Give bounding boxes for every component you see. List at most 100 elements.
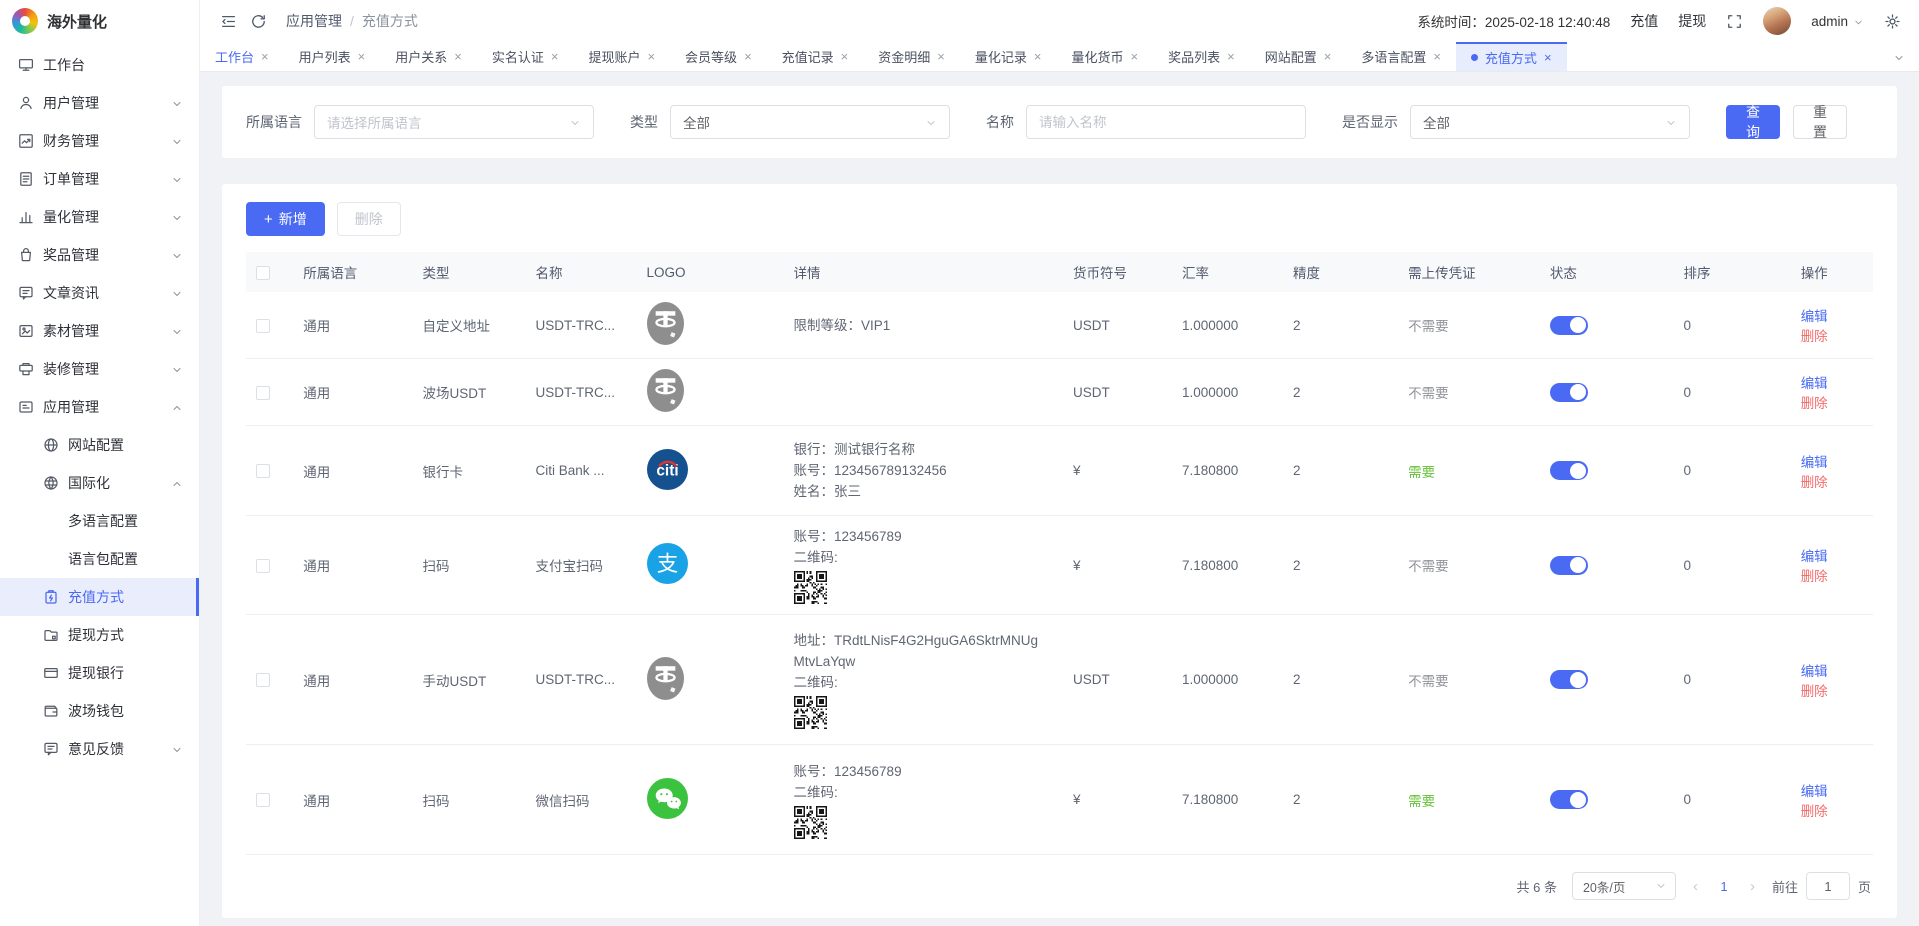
breadcrumb-item[interactable]: 应用管理 — [286, 11, 342, 31]
edit-link[interactable]: 编辑 — [1801, 376, 1828, 391]
tab-close-icon[interactable]: × — [1227, 50, 1235, 63]
tab-close-icon[interactable]: × — [1034, 50, 1042, 63]
delete-link[interactable]: 删除 — [1801, 396, 1828, 411]
tab-用户列表[interactable]: 用户列表× — [284, 42, 381, 71]
edit-link[interactable]: 编辑 — [1801, 309, 1828, 324]
goto-page-input[interactable] — [1806, 872, 1850, 900]
tab-close-icon[interactable]: × — [937, 50, 945, 63]
tab-close-icon[interactable]: × — [841, 50, 849, 63]
delete-link[interactable]: 删除 — [1801, 475, 1828, 490]
tab-用户关系[interactable]: 用户关系× — [380, 42, 477, 71]
sidebar-item-withdraw[interactable]: 提现方式 — [0, 616, 199, 654]
status-toggle[interactable] — [1550, 790, 1588, 809]
tab-list-dropdown[interactable] — [1879, 42, 1919, 71]
edit-link[interactable]: 编辑 — [1801, 784, 1828, 799]
sidebar-item-user[interactable]: 用户管理 — [0, 84, 199, 122]
sidebar-item-prize[interactable]: 奖品管理 — [0, 236, 199, 274]
tab-close-icon[interactable]: × — [358, 50, 366, 63]
cell-precision: 2 — [1283, 359, 1398, 426]
gear-icon[interactable] — [1884, 13, 1901, 30]
detail-line: 二维码: — [794, 547, 1049, 568]
tab-量化记录[interactable]: 量化记录× — [960, 42, 1057, 71]
type-select[interactable]: 全部 — [670, 105, 950, 139]
edit-link[interactable]: 编辑 — [1801, 664, 1828, 679]
status-toggle[interactable] — [1550, 461, 1588, 480]
withdraw-link[interactable]: 提现 — [1678, 11, 1706, 31]
tab-充值记录[interactable]: 充值记录× — [767, 42, 864, 71]
sidebar-item-intl[interactable]: 国际化 — [0, 464, 199, 502]
tab-close-icon[interactable]: × — [1324, 50, 1332, 63]
sidebar-item-bank[interactable]: 提现银行 — [0, 654, 199, 692]
sidebar-item-feedback[interactable]: 意见反馈 — [0, 730, 199, 768]
select-all-checkbox[interactable] — [256, 266, 270, 280]
sidebar-item-quant[interactable]: 量化管理 — [0, 198, 199, 236]
page-size-select[interactable]: 20条/页 — [1572, 872, 1676, 900]
row-checkbox[interactable] — [256, 319, 270, 333]
tab-close-icon[interactable]: × — [261, 50, 269, 63]
tab-close-icon[interactable]: × — [551, 50, 559, 63]
tab-网站配置[interactable]: 网站配置× — [1250, 42, 1347, 71]
next-page-button[interactable]: › — [1748, 878, 1757, 895]
tab-close-icon[interactable]: × — [1433, 50, 1441, 63]
delete-link[interactable]: 删除 — [1801, 804, 1828, 819]
tab-会员等级[interactable]: 会员等级× — [670, 42, 767, 71]
user-menu[interactable]: admin — [1811, 14, 1864, 29]
fullscreen-icon[interactable] — [1726, 13, 1743, 30]
tab-资金明细[interactable]: 资金明细× — [863, 42, 960, 71]
sidebar-item-wallet[interactable]: 波场钱包 — [0, 692, 199, 730]
status-toggle[interactable] — [1550, 383, 1588, 402]
tab-奖品列表[interactable]: 奖品列表× — [1153, 42, 1250, 71]
menu-fold-icon[interactable] — [220, 13, 237, 30]
row-checkbox[interactable] — [256, 559, 270, 573]
name-input[interactable] — [1026, 105, 1306, 139]
status-toggle[interactable] — [1550, 316, 1588, 335]
tab-量化货币[interactable]: 量化货币× — [1056, 42, 1153, 71]
sidebar-item-article[interactable]: 文章资讯 — [0, 274, 199, 312]
edit-link[interactable]: 编辑 — [1801, 549, 1828, 564]
tab-close-icon[interactable]: × — [454, 50, 462, 63]
tab-工作台[interactable]: 工作台× — [200, 42, 284, 71]
edit-link[interactable]: 编辑 — [1801, 455, 1828, 470]
sidebar-item-recharge[interactable]: 充值方式 — [0, 578, 199, 616]
delete-link[interactable]: 删除 — [1801, 684, 1828, 699]
sidebar-item-globe[interactable]: 网站配置 — [0, 426, 199, 464]
sidebar-item-finance[interactable]: 财务管理 — [0, 122, 199, 160]
tab-充值方式[interactable]: 充值方式× — [1456, 42, 1567, 71]
tab-实名认证[interactable]: 实名认证× — [477, 42, 574, 71]
row-checkbox[interactable] — [256, 386, 270, 400]
sidebar-item-item-13[interactable]: 语言包配置 — [0, 540, 199, 578]
tabbar: 工作台×用户列表×用户关系×实名认证×提现账户×会员等级×充值记录×资金明细×量… — [200, 42, 1919, 72]
status-toggle[interactable] — [1550, 556, 1588, 575]
recharge-link[interactable]: 充值 — [1630, 11, 1658, 31]
tab-close-icon[interactable]: × — [1131, 50, 1139, 63]
sidebar-item-asset[interactable]: 素材管理 — [0, 312, 199, 350]
reset-button[interactable]: 重置 — [1793, 105, 1847, 139]
status-toggle[interactable] — [1550, 670, 1588, 689]
delete-button[interactable]: 删除 — [337, 202, 401, 236]
visible-select[interactable]: 全部 — [1410, 105, 1690, 139]
row-checkbox[interactable] — [256, 673, 270, 687]
prev-page-button[interactable]: ‹ — [1691, 878, 1700, 895]
page-number[interactable]: 1 — [1715, 879, 1733, 894]
row-checkbox[interactable] — [256, 793, 270, 807]
avatar[interactable] — [1763, 7, 1791, 35]
delete-link[interactable]: 删除 — [1801, 329, 1828, 344]
tab-close-icon[interactable]: × — [744, 50, 752, 63]
brand[interactable]: 海外量化 — [0, 0, 199, 42]
refresh-icon[interactable] — [250, 13, 267, 30]
add-button[interactable]: +新增 — [246, 202, 325, 236]
delete-link[interactable]: 删除 — [1801, 569, 1828, 584]
row-checkbox[interactable] — [256, 464, 270, 478]
language-select[interactable]: 请选择所属语言 — [314, 105, 594, 139]
sidebar-item-app[interactable]: 应用管理 — [0, 388, 199, 426]
sidebar-item-item-12[interactable]: 多语言配置 — [0, 502, 199, 540]
tab-提现账户[interactable]: 提现账户× — [573, 42, 670, 71]
tab-close-icon[interactable]: × — [647, 50, 655, 63]
sidebar-item-decor[interactable]: 装修管理 — [0, 350, 199, 388]
sidebar-item-order[interactable]: 订单管理 — [0, 160, 199, 198]
tab-多语言配置[interactable]: 多语言配置× — [1346, 42, 1456, 71]
tab-close-icon[interactable]: × — [1544, 51, 1552, 64]
cell-type: 手动USDT — [412, 615, 525, 745]
search-button[interactable]: 查询 — [1726, 105, 1780, 139]
sidebar-item-monitor[interactable]: 工作台 — [0, 46, 199, 84]
